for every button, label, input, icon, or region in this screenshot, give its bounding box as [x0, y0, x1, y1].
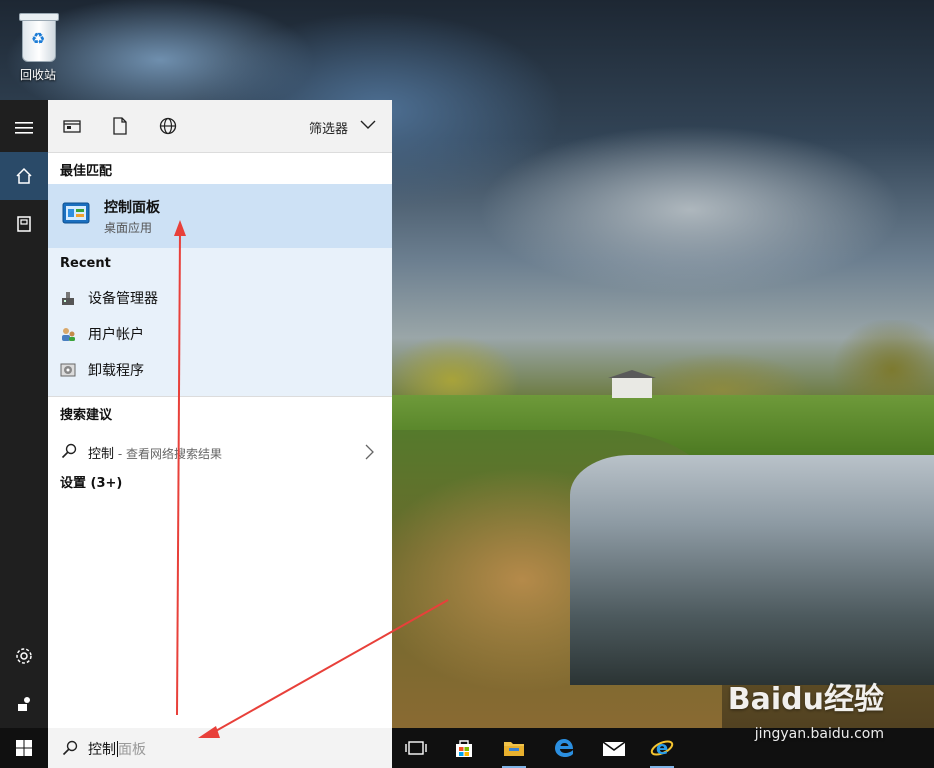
- search-input[interactable]: 控制 面板: [88, 739, 146, 759]
- settings-results-heading[interactable]: 设置 (3+): [60, 472, 122, 491]
- chevron-down-icon[interactable]: [360, 118, 376, 130]
- mail-icon: [602, 741, 626, 756]
- start-rail: [0, 100, 48, 728]
- start-button[interactable]: [0, 728, 48, 768]
- mail-taskbar-button[interactable]: [590, 728, 638, 768]
- search-typed-text: 控制: [88, 742, 116, 758]
- notebook-button[interactable]: [0, 200, 48, 248]
- recent-item-label: 设备管理器: [88, 291, 158, 307]
- suggestion-query: 控制: [88, 447, 115, 462]
- search-icon: [61, 443, 77, 459]
- recent-item-device-manager[interactable]: 设备管理器: [48, 280, 392, 316]
- chevron-right-icon: [365, 444, 374, 460]
- web-search-suggestion[interactable]: 控制 - 查看网络搜索结果: [48, 434, 392, 470]
- recycle-bin-label: 回收站: [19, 68, 56, 82]
- settings-button[interactable]: [0, 632, 48, 680]
- baidu-watermark: Baidu经验: [727, 682, 884, 717]
- filter-bar: 筛选器: [48, 100, 392, 153]
- search-icon: [62, 740, 78, 756]
- notebook-icon: [17, 216, 31, 232]
- control-panel-icon: [62, 201, 90, 227]
- search-autocomplete-ghost: 面板: [118, 742, 146, 758]
- recent-item-user-accounts[interactable]: 用户帐户: [48, 316, 392, 352]
- store-icon: [456, 740, 472, 757]
- suggestion-text: 控制 - 查看网络搜索结果: [88, 443, 222, 462]
- recent-item-uninstall-programs[interactable]: 卸载程序: [48, 352, 392, 388]
- recent-heading: Recent: [60, 256, 111, 271]
- recycle-bin-shortcut[interactable]: ♻ 回收站: [8, 6, 68, 92]
- internet-explorer-icon: e: [650, 738, 674, 759]
- search-suggestions-heading: 搜索建议: [60, 408, 113, 423]
- documents-filter-button[interactable]: [108, 114, 132, 138]
- task-view-button[interactable]: [392, 728, 440, 768]
- house: [608, 370, 656, 398]
- filter-dropdown-label[interactable]: 筛选器: [309, 118, 348, 137]
- web-filter-button[interactable]: [156, 114, 180, 138]
- section-divider: [48, 396, 392, 397]
- hamburger-menu-button[interactable]: [0, 104, 48, 152]
- apps-filter-button[interactable]: [60, 114, 84, 138]
- recent-item-label: 卸载程序: [88, 363, 144, 379]
- recent-section: Recent 设备管理器 用户帐户 卸载程序: [48, 248, 392, 396]
- svg-text:e: e: [656, 738, 668, 759]
- gear-icon: [16, 648, 32, 664]
- search-results-panel: 筛选器 最佳匹配 控制面板 桌面应用 Recent 设备管理器 用户帐户 卸载程…: [48, 100, 392, 728]
- best-match-result[interactable]: 控制面板 桌面应用: [48, 184, 392, 248]
- globe-icon: [159, 117, 177, 135]
- best-match-title: 控制面板: [104, 200, 160, 216]
- user-accounts-icon: [62, 328, 75, 341]
- hamburger-icon: [15, 122, 33, 134]
- edge-icon: [555, 739, 573, 757]
- feedback-button[interactable]: [0, 680, 48, 728]
- edge-taskbar-button[interactable]: [540, 728, 588, 768]
- suggestion-subtext: - 查看网络搜索结果: [114, 447, 222, 461]
- file-explorer-taskbar-button[interactable]: [490, 728, 538, 768]
- best-match-subtitle: 桌面应用: [104, 221, 153, 235]
- store-taskbar-button[interactable]: [440, 728, 488, 768]
- recent-item-label: 用户帐户: [88, 327, 144, 343]
- home-icon: [16, 167, 32, 184]
- uninstall-programs-icon: [60, 363, 76, 377]
- folder-icon: [504, 742, 524, 756]
- lake: [570, 455, 934, 685]
- taskbar-search-box[interactable]: 控制 面板: [48, 728, 392, 768]
- device-manager-icon: [62, 292, 74, 305]
- baidu-watermark-url: jingyan.baidu.com: [754, 726, 884, 742]
- task-view-icon: [405, 741, 427, 755]
- windows-logo-icon: [16, 740, 32, 756]
- feedback-icon: [18, 697, 30, 711]
- home-button[interactable]: [0, 152, 48, 200]
- best-match-heading: 最佳匹配: [60, 164, 113, 179]
- apps-filter-icon: [63, 120, 81, 133]
- document-icon: [113, 117, 127, 135]
- recycle-bin-icon: ♻: [16, 10, 60, 62]
- internet-explorer-taskbar-button[interactable]: e: [638, 728, 686, 768]
